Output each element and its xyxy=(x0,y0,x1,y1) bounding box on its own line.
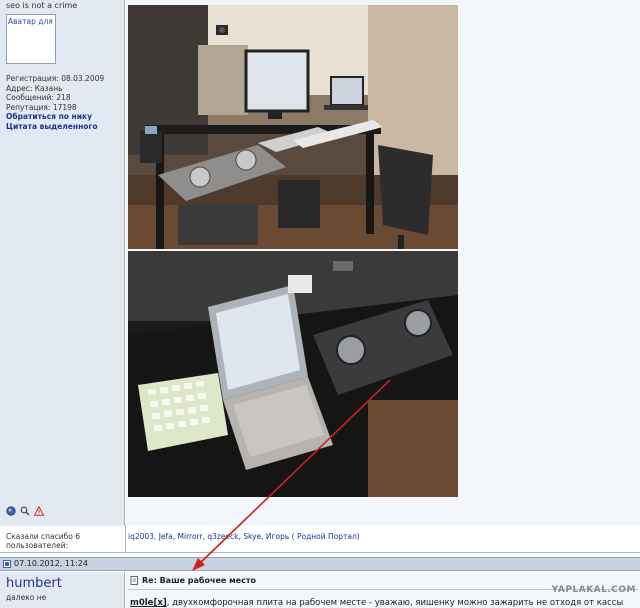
address-by-nick-link[interactable]: Обратиться по нику xyxy=(6,112,104,122)
site-watermark: YAPLAKAL.COM xyxy=(551,585,636,595)
thanks-row: Сказали спасибо 6 пользователей: iq2003,… xyxy=(0,526,640,553)
post-subject: Re: Ваше рабочее место xyxy=(130,576,256,585)
thanks-divider xyxy=(125,526,126,553)
workspace-photos-image xyxy=(128,5,458,497)
post-body-text: , двухкомфорочная плита на рабочем месте… xyxy=(166,598,624,608)
post-icon xyxy=(3,560,11,568)
message-count: Сообщений: 218 xyxy=(6,93,71,102)
quoted-nick[interactable]: m0le[x] xyxy=(130,598,167,608)
reputation: Репутация: 17198 xyxy=(6,102,77,112)
post-date: 07.10.2012, 11:24 xyxy=(14,559,88,568)
post-1: seo is not a crime Аватар для п Регистра… xyxy=(0,0,640,526)
post-2-header: 07.10.2012, 11:24 xyxy=(0,557,640,571)
user-info: Регистрация: 08.03.2009 Адрес: Казань Со… xyxy=(6,74,104,131)
thanks-user-list[interactable]: iq2003, Jefa, Mirrorr, q3zeeck, Skye, Иг… xyxy=(128,532,360,541)
user-address: Адрес: Казань xyxy=(6,83,63,93)
avatar-alt-text: Аватар для п xyxy=(8,17,56,26)
username[interactable]: humbert xyxy=(6,576,62,591)
registration-date: Регистрация: 08.03.2009 xyxy=(6,74,105,83)
avatar[interactable]: Аватар для п xyxy=(6,14,56,64)
quote-selected-link[interactable]: Цитата выделенного xyxy=(6,122,104,132)
search-icon[interactable] xyxy=(20,506,30,516)
forum-page: seo is not a crime Аватар для п Регистра… xyxy=(0,0,640,608)
user-title: seo is not a crime xyxy=(6,1,78,10)
post-action-icons xyxy=(6,505,45,516)
post-body: m0le[x], двухкомфорочная плита на рабоче… xyxy=(130,598,623,608)
post-1-author-sidebar: seo is not a crime Аватар для п Регистра… xyxy=(0,0,125,526)
online-status-icon[interactable] xyxy=(6,506,16,516)
post-subject-text: Re: Ваше рабочее место xyxy=(142,576,256,585)
post-1-content xyxy=(126,0,640,526)
workspace-photos xyxy=(128,5,458,497)
thanks-label: Сказали спасибо 6 пользователей: xyxy=(6,532,80,550)
user-status: далеко не xyxy=(6,593,47,602)
document-icon xyxy=(130,576,139,585)
post-2-author-sidebar: humbert далеко не xyxy=(0,572,125,608)
report-icon[interactable] xyxy=(33,505,45,516)
